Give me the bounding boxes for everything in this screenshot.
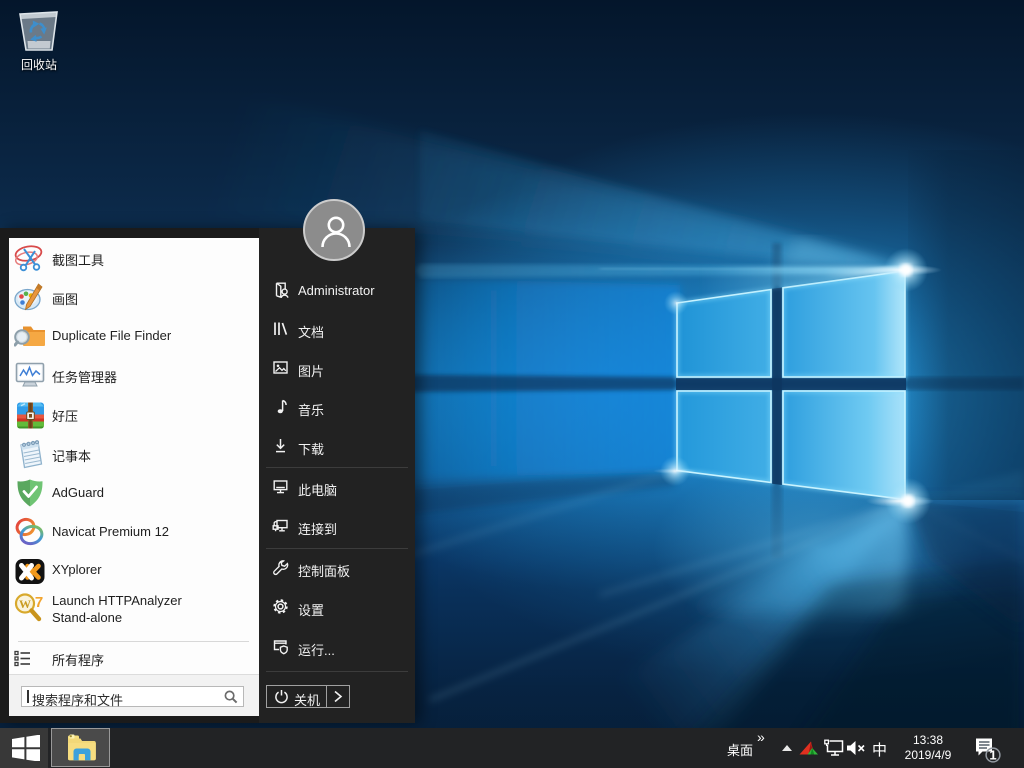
svg-text:1: 1 <box>989 748 996 763</box>
svg-text:W: W <box>19 597 31 611</box>
svg-text:7: 7 <box>35 594 43 611</box>
